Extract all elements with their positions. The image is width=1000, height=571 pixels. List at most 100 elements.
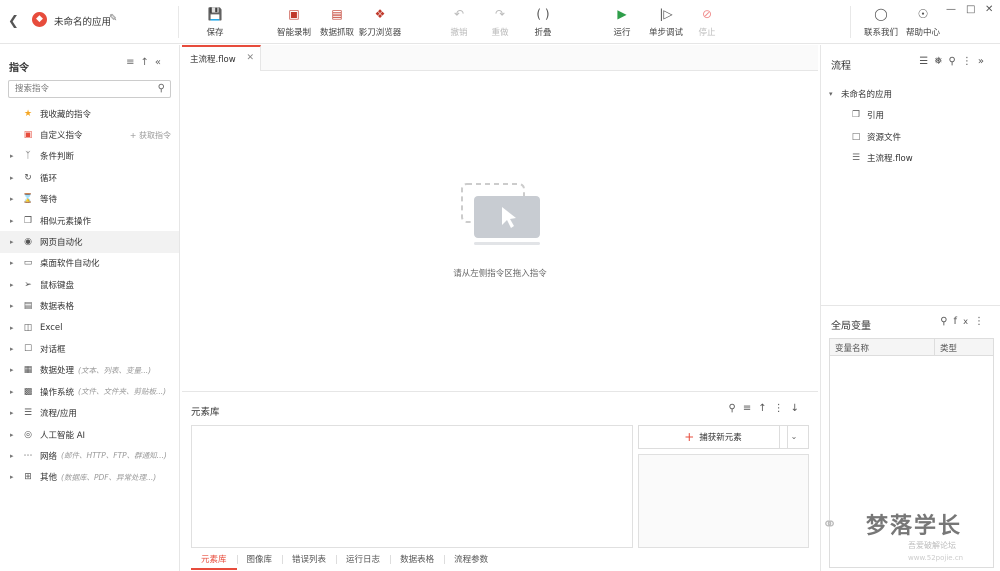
watermark-url: www.52pojie.cn <box>908 554 964 562</box>
data-capture-icon: ▤ <box>331 7 343 21</box>
command-item-hint: (文本、列表、变量...) <box>78 365 152 375</box>
tree-item-label: 资源文件 <box>867 132 902 143</box>
fetch-command-link[interactable]: + 获取指令 <box>130 130 171 141</box>
flow-tree: ▾ 未命名的应用 ❐ 引用 □ 资源文件 ☰ 主流程.flow <box>829 83 994 169</box>
sort-icon[interactable]: ≡↑ <box>126 57 155 68</box>
expand-arrow-icon: ▸ <box>10 451 14 460</box>
contact-button[interactable]: ◯ 联系我们 <box>863 6 899 40</box>
command-item-os[interactable]: ▸ ▩ 操作系统 (文件、文件夹、剪贴板...) <box>0 381 179 402</box>
more-icon[interactable]: ⋮ <box>774 403 791 414</box>
command-item-flow-app[interactable]: ▸ ☰ 流程/应用 <box>0 402 179 423</box>
save-button[interactable]: 💾 保存 <box>204 6 226 40</box>
command-panel-title: 指令 <box>9 63 29 74</box>
more-icon[interactable]: ⋮ <box>962 56 978 67</box>
command-item-excel[interactable]: ▸ ◫ Excel <box>0 317 179 338</box>
edit-name-icon[interactable]: ✎ <box>109 13 117 24</box>
global-variables-title: 全局变量 <box>831 321 871 332</box>
tab-element-library[interactable]: 元素库 <box>191 550 237 570</box>
tree-item-resources[interactable]: □ 资源文件 <box>829 126 994 148</box>
shadow-browser-button[interactable]: ❖ 影刀浏览器 <box>358 6 402 40</box>
headset-icon: ◯ <box>874 7 888 21</box>
step-debug-button[interactable]: |▷ 单步调试 <box>647 6 685 40</box>
close-tab-icon[interactable]: ✕ <box>246 53 254 63</box>
sort-icon[interactable]: ≡↑ <box>743 403 774 414</box>
fold-button[interactable]: ( ) 折叠 <box>533 6 553 40</box>
column-header-type[interactable]: 类型 <box>935 339 957 355</box>
command-item-ai[interactable]: ▸ ◎ 人工智能 AI <box>0 424 179 445</box>
search-icon[interactable]: ⚲ <box>940 316 953 327</box>
function-icon[interactable]: fx <box>954 316 974 327</box>
tab-error-list[interactable]: 错误列表 <box>282 550 336 570</box>
command-item-datatable[interactable]: ▸ ▤ 数据表格 <box>0 296 179 317</box>
command-item-similar[interactable]: ▸ ❐ 相似元素操作 <box>0 210 179 231</box>
database-icon[interactable]: ☰ <box>919 56 934 67</box>
other-icon: ⊞ <box>24 472 32 483</box>
maximize-icon[interactable]: □ <box>966 4 975 15</box>
command-item-data-process[interactable]: ▸ ▦ 数据处理 (文本、列表、变量...) <box>0 360 179 381</box>
capture-element-button[interactable]: + 捕获新元素 <box>638 425 788 449</box>
command-item-hint: (邮件、HTTP、FTP、群通知...) <box>61 451 167 461</box>
help-button[interactable]: ☉ 帮助中心 <box>905 6 941 40</box>
command-item-other[interactable]: ▸ ⊞ 其他 (数据库、PDF、异常处理...) <box>0 467 179 488</box>
search-icon[interactable]: ⚲ <box>729 403 743 414</box>
command-item-condition[interactable]: ▸ ᛉ 条件判断 <box>0 146 179 167</box>
command-item-label: 桌面软件自动化 <box>40 259 100 270</box>
capture-dropdown-button[interactable]: ⌄ <box>779 425 809 449</box>
tab-run-log[interactable]: 运行日志 <box>336 550 390 570</box>
command-item-web[interactable]: ▸ ◉ 网页自动化 <box>0 231 179 253</box>
smart-record-button[interactable]: ▣ 智能录制 <box>275 6 313 40</box>
expand-panel-icon[interactable]: » <box>978 56 990 67</box>
copy-icon: ❐ <box>23 215 33 226</box>
minimize-icon[interactable]: — <box>946 4 956 15</box>
command-item-mouse-keyboard[interactable]: ▸ ➢ 鼠标键盘 <box>0 274 179 295</box>
command-item-favorites[interactable]: ★ 我收藏的指令 <box>0 103 179 124</box>
back-icon[interactable]: ❮ <box>8 14 20 29</box>
redo-button[interactable]: ↷ 重做 <box>490 6 510 40</box>
tab-data-table[interactable]: 数据表格 <box>390 550 444 570</box>
search-icon[interactable]: ⚲ <box>158 83 165 94</box>
command-item-wait[interactable]: ▸ ⌛ 等待 <box>0 189 179 210</box>
bottom-tab-bar: 元素库 图像库 错误列表 运行日志 数据表格 流程参数 <box>191 550 498 570</box>
tree-root-app[interactable]: ▾ 未命名的应用 <box>829 83 994 105</box>
search-icon[interactable]: ⚲ <box>949 56 962 67</box>
tab-image-library[interactable]: 图像库 <box>236 550 283 570</box>
ai-icon: ◎ <box>24 429 32 440</box>
command-item-desktop[interactable]: ▸ ▭ 桌面软件自动化 <box>0 253 179 274</box>
collapse-panel-icon[interactable]: « <box>155 57 167 68</box>
command-item-network[interactable]: ▸ ⋯ 网络 (邮件、HTTP、FTP、群通知...) <box>0 445 179 466</box>
command-item-loop[interactable]: ▸ ↻ 循环 <box>0 167 179 188</box>
tree-item-main-flow[interactable]: ☰ 主流程.flow <box>829 148 994 170</box>
run-label: 运行 <box>613 28 631 38</box>
shadow-browser-label: 影刀浏览器 <box>358 28 402 38</box>
cursor-icon: ➢ <box>24 279 32 290</box>
command-item-label: 自定义指令 <box>40 131 83 142</box>
close-window-icon[interactable]: ✕ <box>985 4 993 15</box>
tree-item-label: 引用 <box>867 111 885 122</box>
data-capture-button[interactable]: ▤ 数据抓取 <box>318 6 356 40</box>
column-header-name[interactable]: 变量名称 <box>830 339 935 355</box>
command-item-label: 鼠标键盘 <box>40 280 75 291</box>
tab-main-flow[interactable]: 主流程.flow ✕ <box>182 45 261 71</box>
stop-button[interactable]: ⊘ 停止 <box>697 6 717 40</box>
package-icon[interactable]: ❅ <box>934 56 948 67</box>
run-button[interactable]: ▶ 运行 <box>612 6 632 40</box>
command-item-label: 条件判断 <box>40 152 75 163</box>
flow-canvas[interactable]: 请从左侧指令区拖入指令 <box>182 72 818 388</box>
command-search-input[interactable] <box>9 81 149 97</box>
hourglass-icon: ⌛ <box>22 194 34 205</box>
watermark-name: 梦落学长 <box>866 514 963 539</box>
step-debug-label: 单步调试 <box>648 28 683 38</box>
command-item-custom[interactable]: ▣ 自定义指令 + 获取指令 <box>0 124 179 145</box>
element-tree-area[interactable] <box>191 425 633 548</box>
collapse-down-icon[interactable]: ↓ <box>791 403 806 414</box>
command-item-label: 网页自动化 <box>40 238 83 249</box>
editor-tab-bar: 主流程.flow ✕ <box>182 45 818 71</box>
command-item-label: 网络 <box>40 451 58 462</box>
more-icon[interactable]: ⋮ <box>974 316 990 327</box>
command-item-dialog[interactable]: ▸ ☐ 对话框 <box>0 338 179 359</box>
tab-flow-params[interactable]: 流程参数 <box>444 550 498 570</box>
expand-arrow-icon: ▸ <box>10 152 14 161</box>
command-item-label: 我收藏的指令 <box>40 109 92 120</box>
undo-button[interactable]: ↶ 撤销 <box>449 6 469 40</box>
tree-item-reference[interactable]: ❐ 引用 <box>829 105 994 127</box>
